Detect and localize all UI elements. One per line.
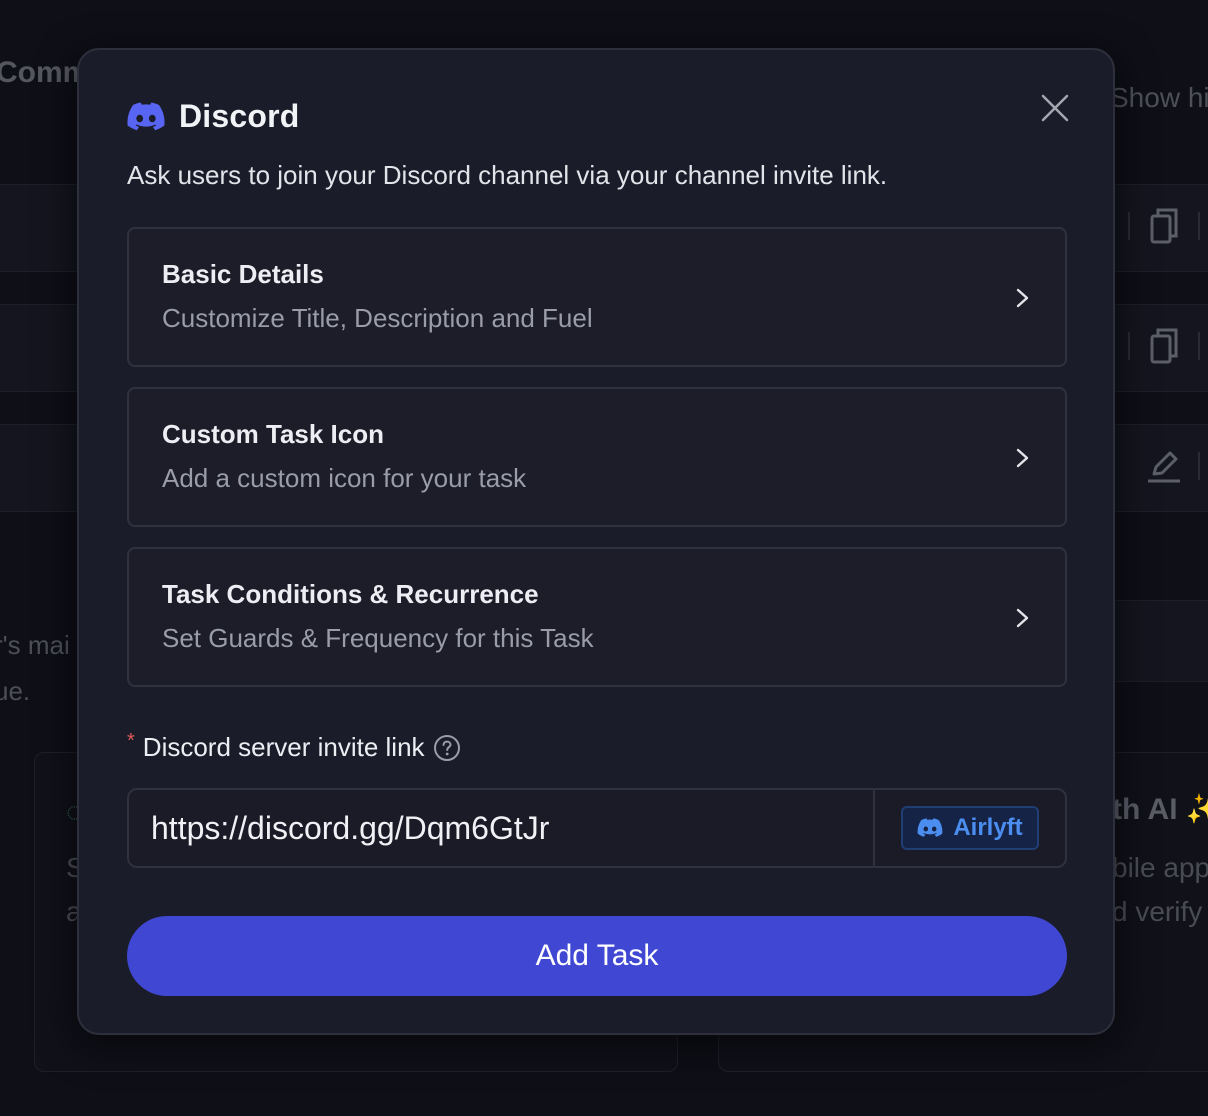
section-basic-details[interactable]: Basic Details Customize Title, Descripti… — [127, 227, 1067, 367]
background-card-title: th AI ✨ — [1112, 793, 1208, 826]
discord-task-modal: Discord Ask users to join your Discord c… — [77, 48, 1115, 1035]
badge-label: Airlyft — [953, 814, 1023, 841]
background-task-row — [1115, 600, 1208, 682]
background-page-title: Comm — [0, 56, 90, 89]
background-divider — [1198, 452, 1200, 480]
help-icon[interactable] — [433, 734, 461, 762]
invite-link-input[interactable] — [129, 790, 873, 866]
close-icon[interactable] — [1041, 94, 1069, 122]
section-subtitle: Add a custom icon for your task — [162, 463, 527, 493]
chevron-right-icon — [1016, 288, 1029, 308]
invite-link-label-text: Discord server invite link — [142, 732, 425, 762]
close-button[interactable] — [1037, 90, 1073, 126]
background-divider — [1198, 332, 1200, 360]
background-show-hidden-toggle: Show hid — [1110, 82, 1208, 113]
section-custom-task-icon[interactable]: Custom Task Icon Add a custom icon for y… — [127, 387, 1067, 527]
background-card-text: bile app — [1112, 852, 1208, 883]
section-title: Basic Details — [162, 259, 324, 289]
discord-logo-icon — [917, 818, 943, 837]
copy-icon — [1150, 328, 1178, 364]
section-subtitle: Set Guards & Frequency for this Task — [162, 623, 594, 653]
required-mark: * — [127, 730, 135, 752]
input-addon: Airlyft — [873, 790, 1065, 866]
chevron-right-icon — [1016, 448, 1029, 468]
section-task-conditions[interactable]: Task Conditions & Recurrence Set Guards … — [127, 547, 1067, 687]
background-description: ue. — [0, 676, 31, 706]
invite-link-label: * Discord server invite link — [127, 730, 461, 763]
background-divider — [1198, 212, 1200, 240]
copy-icon — [1150, 208, 1178, 244]
background-description: r's mai — [0, 630, 70, 660]
invite-link-input-group: Airlyft — [127, 788, 1067, 868]
page: Comm Show hid r's mai ue. ◌ S a th AI ✨ … — [0, 0, 1208, 1116]
add-task-button[interactable]: Add Task — [127, 916, 1067, 996]
modal-description: Ask users to join your Discord channel v… — [127, 160, 888, 190]
section-title: Custom Task Icon — [162, 419, 385, 449]
airlyft-discord-badge[interactable]: Airlyft — [901, 806, 1039, 850]
background-card-text: d verify — [1112, 896, 1203, 927]
background-divider — [1128, 332, 1130, 360]
chevron-right-icon — [1016, 608, 1029, 628]
modal-header: Discord — [127, 98, 300, 135]
discord-logo-icon — [127, 102, 165, 130]
background-divider — [1128, 212, 1130, 240]
section-title: Task Conditions & Recurrence — [162, 579, 539, 609]
edit-icon — [1148, 451, 1180, 483]
modal-title: Discord — [179, 98, 300, 134]
section-subtitle: Customize Title, Description and Fuel — [162, 303, 593, 333]
